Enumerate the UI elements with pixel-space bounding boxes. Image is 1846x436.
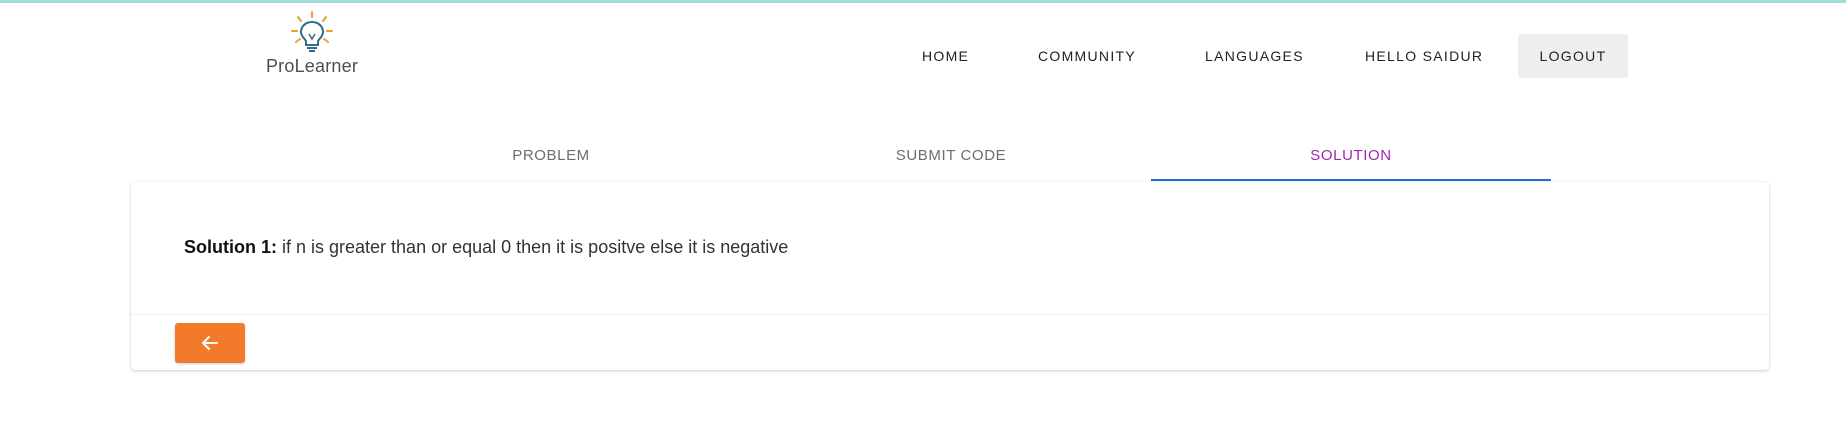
arrow-left-icon	[202, 336, 218, 350]
tab-solution[interactable]: SOLUTION	[1151, 130, 1551, 182]
solution-label: Solution 1:	[184, 237, 277, 257]
tab-submit-code[interactable]: SUBMIT CODE	[751, 130, 1151, 182]
top-accent-line	[0, 0, 1846, 3]
nav-home[interactable]: HOME	[922, 34, 969, 78]
solution-line: Solution 1: if n is greater than or equa…	[184, 237, 788, 258]
back-button[interactable]	[175, 323, 245, 363]
solution-card: Solution 1: if n is greater than or equa…	[131, 182, 1769, 370]
brand-name: ProLearner	[265, 56, 359, 76]
nav-languages[interactable]: LANGUAGES	[1205, 34, 1304, 78]
tab-problem[interactable]: PROBLEM	[351, 130, 751, 182]
nav-greeting[interactable]: HELLO SAIDUR	[1365, 34, 1483, 78]
solution-card-body: Solution 1: if n is greater than or equa…	[131, 182, 1769, 315]
lightbulb-icon	[291, 11, 333, 52]
active-tab-indicator	[1151, 179, 1551, 181]
solution-text: if n is greater than or equal 0 then it …	[277, 237, 789, 257]
nav-community[interactable]: COMMUNITY	[1038, 34, 1136, 78]
logout-button[interactable]: LOGOUT	[1518, 34, 1628, 78]
problem-tabs: PROBLEM SUBMIT CODE SOLUTION	[351, 130, 1551, 182]
brand-logo[interactable]: ProLearner	[262, 10, 362, 80]
